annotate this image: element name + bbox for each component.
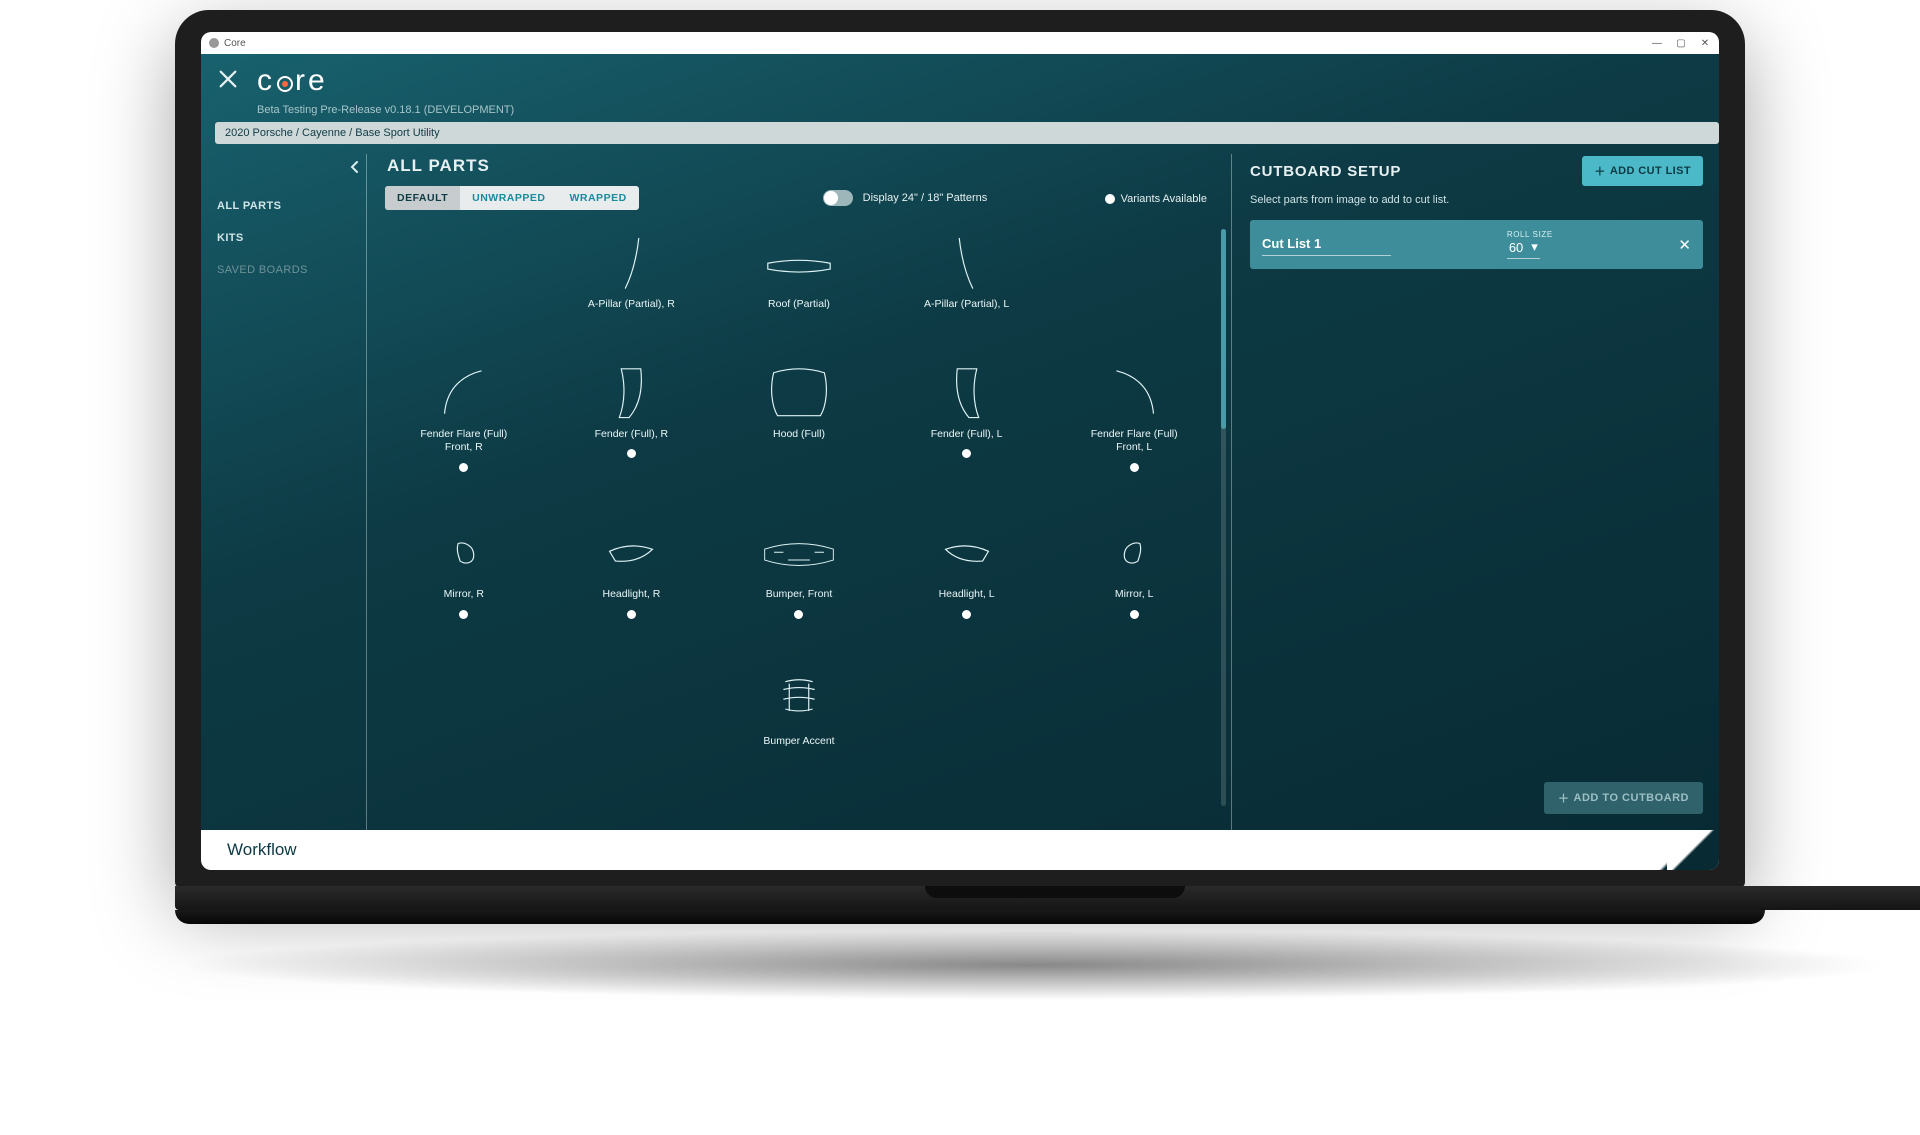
part-mirror-r[interactable]: Mirror, R [404,524,524,619]
app-header: cre [201,54,1719,102]
remove-cut-list-icon[interactable]: ✕ [1678,236,1691,254]
part-shape-icon [592,524,670,582]
window-title: Core [224,38,246,49]
part-bumper-accent[interactable]: Bumper Accent [739,671,859,749]
variant-indicator-icon [794,610,803,619]
os-title-bar: Core — ▢ ✕ [201,32,1719,54]
part-shape-icon [760,524,838,582]
roll-size-select[interactable]: 60 ▾ [1507,239,1540,259]
window-close-icon[interactable]: ✕ [1699,37,1711,49]
part-shape-icon [928,524,1006,582]
part-hood-full[interactable]: Hood (Full) [739,364,859,472]
close-icon[interactable] [217,68,239,95]
part-bumper-front[interactable]: Bumper, Front [739,524,859,619]
variant-indicator-icon [627,610,636,619]
workflow-label: Workflow [227,840,297,860]
sidebar-item-all-parts[interactable]: ALL PARTS [201,190,366,222]
part-headlight-r[interactable]: Headlight, R [571,524,691,619]
app-icon [209,38,219,48]
pattern-size-label: Display 24" / 18" Patterns [863,192,988,204]
variant-indicator-icon [459,463,468,472]
part-shape-icon [592,234,670,292]
pattern-size-toggle[interactable] [823,190,853,206]
part-fender-flare-l[interactable]: Fender Flare (Full) Front, L [1074,364,1194,472]
app-screen: Core — ▢ ✕ [201,32,1719,870]
window-minimize-icon[interactable]: — [1651,37,1663,49]
part-a-pillar-r[interactable]: A-Pillar (Partial), R [571,234,691,312]
sidebar-item-saved-boards[interactable]: SAVED BOARDS [201,254,366,286]
cut-list-name[interactable]: Cut List 1 [1262,234,1391,256]
wrap-mode-segmented: DEFAULT UNWRAPPED WRAPPED [385,186,639,210]
part-shape-icon [1095,524,1173,582]
breadcrumb[interactable]: 2020 Porsche / Cayenne / Base Sport Util… [215,122,1719,144]
sidebar-item-kits[interactable]: KITS [201,222,366,254]
add-to-cutboard-button[interactable]: ＋ ADD TO CUTBOARD [1544,782,1703,814]
roll-size-label: ROLL SIZE [1507,230,1553,239]
part-fender-l[interactable]: Fender (Full), L [907,364,1027,472]
parts-grid: A-Pillar (Partial), R Roof (Partial) A-P… [385,234,1213,748]
cutboard-title: CUTBOARD SETUP [1250,163,1401,180]
part-shape-icon [928,234,1006,292]
scrollbar-thumb[interactable] [1221,229,1226,429]
part-shape-icon [760,671,838,729]
part-shape-icon [592,364,670,422]
chevron-down-icon: ▾ [1531,239,1538,255]
part-shape-icon [1095,364,1173,422]
variant-indicator-icon [962,610,971,619]
part-shape-icon [760,234,838,292]
add-cut-list-button[interactable]: ＋ ADD CUT LIST [1582,156,1703,186]
part-shape-icon [928,364,1006,422]
cutboard-panel: CUTBOARD SETUP ＋ ADD CUT LIST Select par… [1231,154,1719,830]
tab-wrapped[interactable]: WRAPPED [557,186,638,210]
part-roof-partial[interactable]: Roof (Partial) [739,234,859,312]
plus-icon: ＋ [1558,790,1570,806]
part-fender-r[interactable]: Fender (Full), R [571,364,691,472]
plus-icon: ＋ [1594,163,1605,179]
main-panel: ALL PARTS DEFAULT UNWRAPPED WRAPPED Disp… [367,154,1231,830]
tab-default[interactable]: DEFAULT [385,186,460,210]
variant-indicator-icon [1130,610,1139,619]
variant-indicator-icon [459,610,468,619]
workflow-bar[interactable]: Workflow [201,830,1719,870]
variants-legend: Variants Available [1105,193,1207,205]
part-shape-icon [425,364,503,422]
window-maximize-icon[interactable]: ▢ [1675,37,1687,49]
variant-indicator-icon [962,449,971,458]
part-headlight-l[interactable]: Headlight, L [907,524,1027,619]
variant-indicator-icon [627,449,636,458]
part-mirror-l[interactable]: Mirror, L [1074,524,1194,619]
app-subtitle: Beta Testing Pre-Release v0.18.1 (DEVELO… [257,104,1719,116]
app-logo: cre [257,64,328,98]
scrollbar[interactable] [1221,229,1226,806]
part-fender-flare-r[interactable]: Fender Flare (Full) Front, R [404,364,524,472]
part-shape-icon [425,524,503,582]
variant-dot-icon [1105,194,1115,204]
tab-unwrapped[interactable]: UNWRAPPED [460,186,557,210]
part-a-pillar-l[interactable]: A-Pillar (Partial), L [907,234,1027,312]
part-shape-icon [760,364,838,422]
panel-title: ALL PARTS [387,156,1213,176]
cut-list-row: Cut List 1 ROLL SIZE 60 ▾ ✕ [1250,220,1703,269]
sidebar-collapse-icon[interactable] [350,160,360,178]
sidebar: ALL PARTS KITS SAVED BOARDS [201,154,366,830]
cutboard-hint: Select parts from image to add to cut li… [1250,194,1703,206]
variant-indicator-icon [1130,463,1139,472]
